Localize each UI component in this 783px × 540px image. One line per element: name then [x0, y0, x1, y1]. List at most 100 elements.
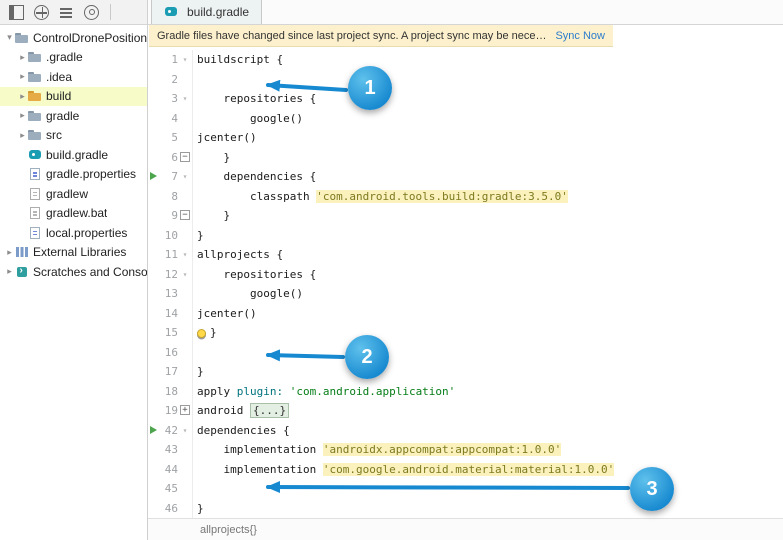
code-line-1[interactable]: 1▾buildscript {	[149, 50, 783, 70]
line-number[interactable]: 45	[158, 479, 178, 499]
run-gutter-spacer	[149, 70, 158, 90]
folder-icon	[28, 109, 42, 123]
breadcrumb[interactable]: allprojects{}	[200, 524, 257, 536]
line-number[interactable]: 4	[158, 109, 178, 129]
code-line-5[interactable]: 5 jcenter()	[149, 128, 783, 148]
line-number[interactable]: 5	[158, 128, 178, 148]
code-line-42[interactable]: 42▾dependencies {	[149, 421, 783, 441]
fold-open-icon[interactable]: ▾	[178, 167, 193, 187]
code-line-6[interactable]: 6− }	[149, 148, 783, 168]
chevron-right-icon[interactable]: ▸	[17, 71, 28, 82]
code-line-11[interactable]: 11▾allprojects {	[149, 245, 783, 265]
code-line-12[interactable]: 12▾ repositories {	[149, 265, 783, 285]
code-line-8[interactable]: 8 classpath 'com.android.tools.build:gra…	[149, 187, 783, 207]
line-number[interactable]: 17	[158, 362, 178, 382]
code-segment: }	[197, 229, 204, 242]
gear-icon[interactable]	[84, 5, 99, 20]
line-number[interactable]: 14	[158, 304, 178, 324]
tree-item-idea[interactable]: ▸.idea	[0, 67, 147, 87]
line-number[interactable]: 8	[158, 187, 178, 207]
line-number[interactable]: 19	[158, 401, 178, 421]
line-number[interactable]: 2	[158, 70, 178, 90]
code-line-15[interactable]: 15}	[149, 323, 783, 343]
tree-item-gradle-properties[interactable]: gradle.properties	[0, 165, 147, 185]
fold-open-icon[interactable]: ▾	[178, 50, 193, 70]
run-gutter-spacer	[149, 245, 158, 265]
fold-open-icon[interactable]: ▾	[178, 89, 193, 109]
line-number[interactable]: 18	[158, 382, 178, 402]
fold-open-icon[interactable]: ▾	[178, 245, 193, 265]
tree-item-gradle[interactable]: ▸.gradle	[0, 48, 147, 68]
code-line-2[interactable]: 2	[149, 70, 783, 90]
intention-bulb-icon[interactable]	[197, 329, 206, 338]
code-line-14[interactable]: 14jcenter()	[149, 304, 783, 324]
tab-build-gradle[interactable]: build.gradle	[151, 0, 262, 24]
line-number[interactable]: 12	[158, 265, 178, 285]
run-gutter-icon[interactable]	[149, 167, 158, 187]
chevron-down-icon[interactable]: ▾	[4, 32, 15, 43]
tree-item-gradle[interactable]: ▸gradle	[0, 106, 147, 126]
tree-item-label: gradlew.bat	[46, 206, 107, 220]
code-line-3[interactable]: 3▾ repositories {	[149, 89, 783, 109]
gradle-file-icon	[28, 148, 42, 162]
tree-item-scratches-and-consoles[interactable]: ▸Scratches and Consoles	[0, 262, 147, 282]
build-folder-icon	[28, 89, 42, 103]
sort-icon[interactable]	[59, 5, 74, 20]
line-number[interactable]: 16	[158, 343, 178, 363]
chevron-right-icon[interactable]: ▸	[17, 130, 28, 141]
code-line-17[interactable]: 17}	[149, 362, 783, 382]
run-gutter-icon[interactable]	[149, 421, 158, 441]
tree-item-gradlew-bat[interactable]: gradlew.bat	[0, 204, 147, 224]
fold-spacer	[178, 284, 193, 304]
fold-spacer	[178, 382, 193, 402]
line-number[interactable]: 42	[158, 421, 178, 441]
line-number[interactable]: 11	[158, 245, 178, 265]
code-line-4[interactable]: 4 google()	[149, 109, 783, 129]
code-line-46[interactable]: 46}	[149, 499, 783, 519]
chevron-right-icon[interactable]: ▸	[4, 247, 15, 258]
line-number[interactable]: 46	[158, 499, 178, 519]
code-line-16[interactable]: 16	[149, 343, 783, 363]
chevron-right-icon[interactable]: ▸	[17, 110, 28, 121]
fold-open-icon[interactable]: ▾	[178, 265, 193, 285]
code-line-7[interactable]: 7▾ dependencies {	[149, 167, 783, 187]
line-number[interactable]: 7	[158, 167, 178, 187]
chevron-right-icon[interactable]: ▸	[4, 266, 15, 277]
code-segment: }	[197, 209, 230, 222]
code-line-45[interactable]: 45	[149, 479, 783, 499]
sync-now-link[interactable]: Sync Now	[555, 30, 605, 42]
tree-item-controldroneposition[interactable]: ▾ControlDronePosition	[0, 28, 147, 48]
line-number[interactable]: 9	[158, 206, 178, 226]
tree-item-build-gradle[interactable]: build.gradle	[0, 145, 147, 165]
fold-open-icon[interactable]: ▾	[178, 421, 193, 441]
chevron-right-icon[interactable]: ▸	[17, 91, 28, 102]
code-line-10[interactable]: 10}	[149, 226, 783, 246]
fold-endbox-icon[interactable]: −	[178, 206, 193, 226]
tree-item-local-properties[interactable]: local.properties	[0, 223, 147, 243]
code-line-18[interactable]: 18apply plugin: 'com.android.application…	[149, 382, 783, 402]
code-line-9[interactable]: 9− }	[149, 206, 783, 226]
line-number[interactable]: 3	[158, 89, 178, 109]
tree-item-gradlew[interactable]: gradlew	[0, 184, 147, 204]
code-text: jcenter()	[193, 128, 257, 148]
panel-structure-icon[interactable]	[9, 5, 24, 20]
tree-item-external-libraries[interactable]: ▸External Libraries	[0, 243, 147, 263]
fold-endbox-icon[interactable]: −	[178, 148, 193, 168]
globe-icon[interactable]	[34, 5, 49, 20]
code-line-43[interactable]: 43 implementation 'androidx.appcompat:ap…	[149, 440, 783, 460]
chevron-right-icon[interactable]: ▸	[17, 52, 28, 63]
code-line-13[interactable]: 13 google()	[149, 284, 783, 304]
line-number[interactable]: 6	[158, 148, 178, 168]
fold-plusbox-icon[interactable]: +	[178, 401, 193, 421]
line-number[interactable]: 13	[158, 284, 178, 304]
code-line-19[interactable]: 19+android {...}	[149, 401, 783, 421]
run-gutter-spacer	[149, 226, 158, 246]
line-number[interactable]: 44	[158, 460, 178, 480]
tree-item-src[interactable]: ▸src	[0, 126, 147, 146]
line-number[interactable]: 10	[158, 226, 178, 246]
code-line-44[interactable]: 44 implementation 'com.google.android.ma…	[149, 460, 783, 480]
line-number[interactable]: 15	[158, 323, 178, 343]
line-number[interactable]: 43	[158, 440, 178, 460]
tree-item-build[interactable]: ▸build	[0, 87, 147, 107]
line-number[interactable]: 1	[158, 50, 178, 70]
